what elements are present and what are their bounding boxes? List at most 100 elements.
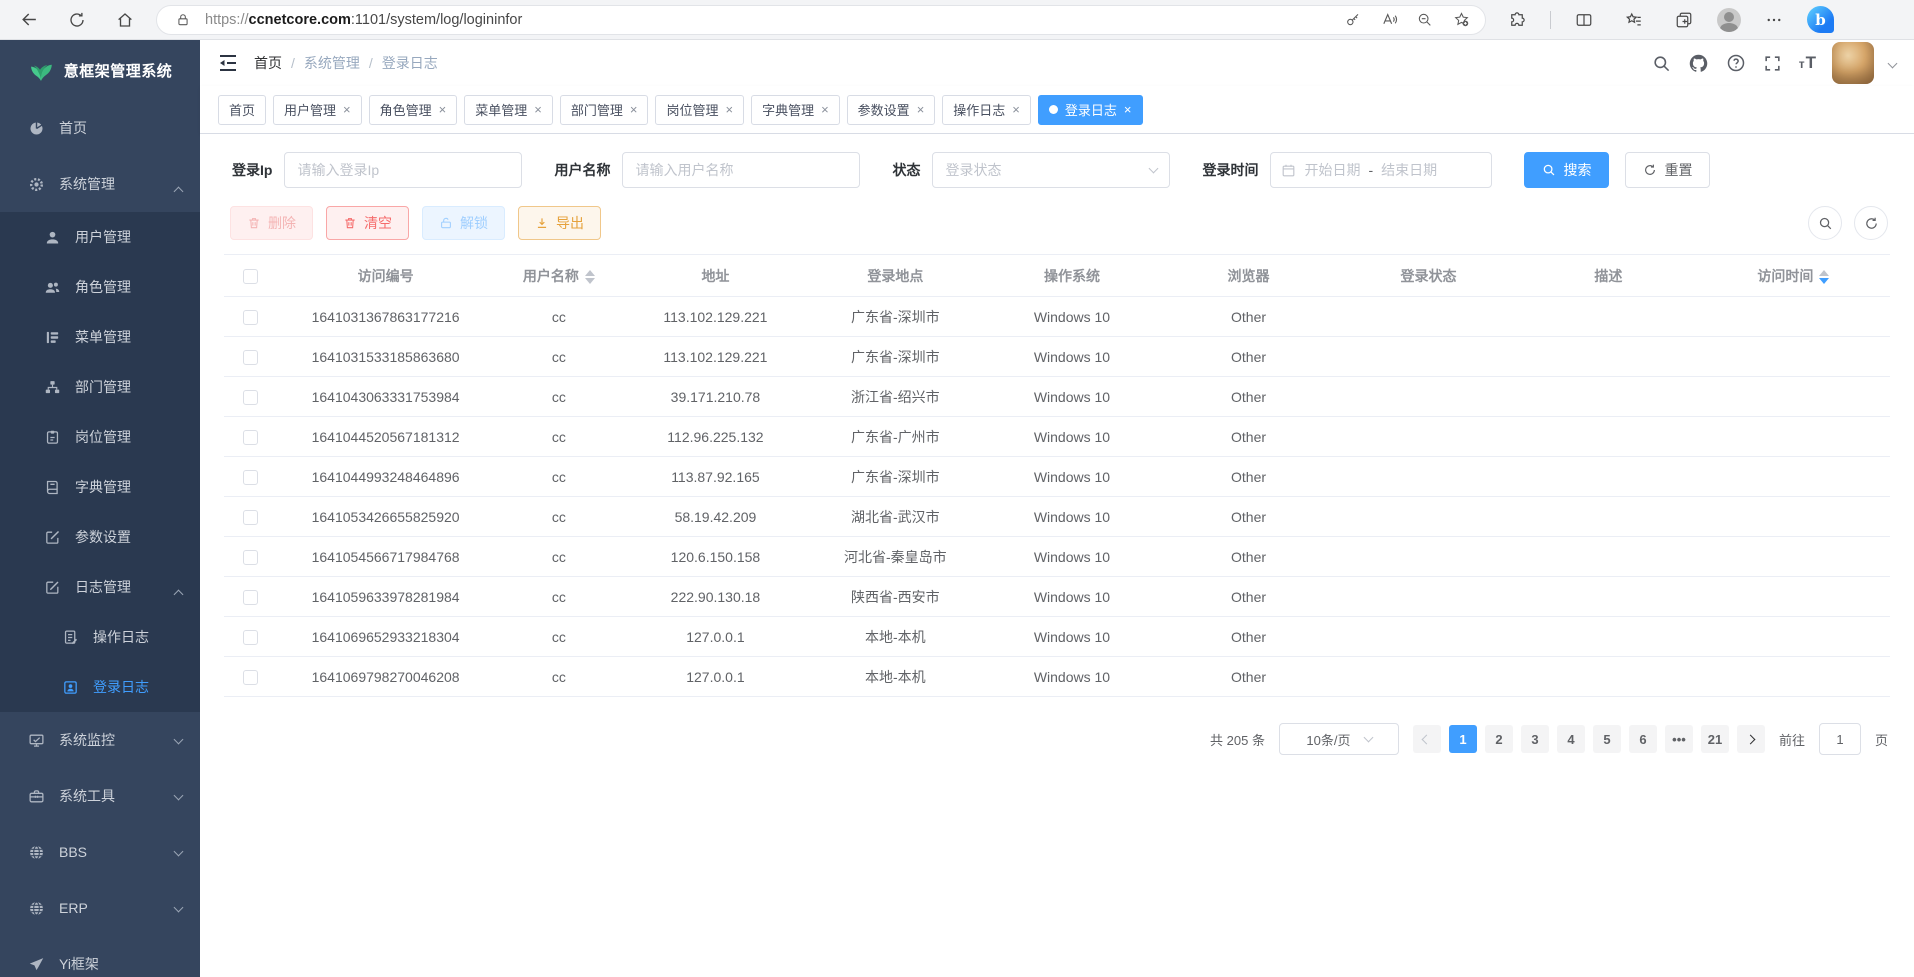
tab-menu-mgmt[interactable]: 菜单管理× bbox=[464, 95, 553, 125]
sidebar-item-log-mgmt[interactable]: 日志管理 bbox=[0, 562, 200, 612]
browser-profile-avatar[interactable] bbox=[1717, 8, 1741, 32]
row-checkbox[interactable] bbox=[243, 390, 258, 405]
sidebar-item-home[interactable]: 首页 bbox=[0, 100, 200, 156]
sidebar-item-sys-tools[interactable]: 系统工具 bbox=[0, 768, 200, 824]
breadcrumb-home[interactable]: 首页 bbox=[254, 53, 282, 73]
tab-login-log[interactable]: 登录日志× bbox=[1038, 95, 1143, 125]
table-row[interactable]: 1641031367863177216cc113.102.129.221广东省-… bbox=[224, 297, 1890, 337]
show-search-button[interactable] bbox=[1808, 206, 1842, 240]
zoom-out-icon[interactable] bbox=[1411, 7, 1439, 33]
tab-close-icon[interactable]: × bbox=[439, 103, 447, 116]
page-size-select[interactable]: 10条/页 bbox=[1279, 723, 1399, 755]
page-button[interactable]: 5 bbox=[1593, 725, 1621, 753]
page-button[interactable]: 2 bbox=[1485, 725, 1513, 753]
login-ip-input[interactable] bbox=[284, 152, 522, 188]
goto-page-input[interactable] bbox=[1819, 723, 1861, 755]
reset-button[interactable]: 重置 bbox=[1625, 152, 1710, 188]
tab-close-icon[interactable]: × bbox=[917, 103, 925, 116]
col-user-name[interactable]: 用户名称 bbox=[494, 255, 624, 297]
font-size-icon[interactable]: тT bbox=[1799, 53, 1817, 73]
tab-close-icon[interactable]: × bbox=[725, 103, 733, 116]
sort-icons[interactable] bbox=[1819, 270, 1829, 284]
user-avatar[interactable] bbox=[1832, 42, 1874, 84]
tab-close-icon[interactable]: × bbox=[534, 103, 542, 116]
tab-close-icon[interactable]: × bbox=[343, 103, 351, 116]
tab-close-icon[interactable]: × bbox=[821, 103, 829, 116]
more-menu-icon[interactable] bbox=[1757, 5, 1791, 35]
status-select[interactable]: 登录状态 bbox=[932, 152, 1170, 188]
page-button[interactable]: 6 bbox=[1629, 725, 1657, 753]
clear-button[interactable]: 清空 bbox=[326, 206, 409, 240]
sidebar-item-bbs[interactable]: BBS bbox=[0, 824, 200, 880]
tab-dept-mgmt[interactable]: 部门管理× bbox=[560, 95, 649, 125]
end-date-placeholder[interactable]: 结束日期 bbox=[1381, 160, 1437, 180]
row-checkbox[interactable] bbox=[243, 590, 258, 605]
col-time[interactable]: 访问时间 bbox=[1697, 255, 1890, 297]
table-row[interactable]: 1641044993248464896cc113.87.92.165广东省-深圳… bbox=[224, 457, 1890, 497]
row-checkbox[interactable] bbox=[243, 670, 258, 685]
tab-home[interactable]: 首页 bbox=[218, 95, 266, 125]
refresh-table-button[interactable] bbox=[1854, 206, 1888, 240]
page-button[interactable]: 4 bbox=[1557, 725, 1585, 753]
page-button-last[interactable]: 21 bbox=[1701, 725, 1729, 753]
row-checkbox[interactable] bbox=[243, 430, 258, 445]
sidebar-item-user-mgmt[interactable]: 用户管理 bbox=[0, 212, 200, 262]
sidebar-item-menu-mgmt[interactable]: 菜单管理 bbox=[0, 312, 200, 362]
table-row[interactable]: 1641043063331753984cc39.171.210.78浙江省-绍兴… bbox=[224, 377, 1890, 417]
sidebar-item-dept-mgmt[interactable]: 部门管理 bbox=[0, 362, 200, 412]
next-page-button[interactable] bbox=[1737, 725, 1765, 753]
favorites-hub-icon[interactable] bbox=[1617, 5, 1651, 35]
collapse-sidebar-icon[interactable] bbox=[216, 51, 240, 75]
row-checkbox[interactable] bbox=[243, 350, 258, 365]
user-name-input[interactable] bbox=[622, 152, 860, 188]
table-row[interactable]: 1641054566717984768cc120.6.150.158河北省-秦皇… bbox=[224, 537, 1890, 577]
date-range-picker[interactable]: 开始日期 - 结束日期 bbox=[1270, 152, 1492, 188]
password-key-icon[interactable] bbox=[1339, 7, 1367, 33]
row-checkbox[interactable] bbox=[243, 310, 258, 325]
tab-role-mgmt[interactable]: 角色管理× bbox=[369, 95, 458, 125]
table-row[interactable]: 1641059633978281984cc222.90.130.18陕西省-西安… bbox=[224, 577, 1890, 617]
sort-icons[interactable] bbox=[585, 270, 595, 284]
start-date-placeholder[interactable]: 开始日期 bbox=[1304, 160, 1360, 180]
sidebar-item-post-mgmt[interactable]: 岗位管理 bbox=[0, 412, 200, 462]
search-button[interactable]: 搜索 bbox=[1524, 152, 1609, 188]
tab-user-mgmt[interactable]: 用户管理× bbox=[273, 95, 362, 125]
browser-back-icon[interactable] bbox=[12, 5, 46, 35]
table-row[interactable]: 1641053426655825920cc58.19.42.209湖北省-武汉市… bbox=[224, 497, 1890, 537]
sidebar-item-dict-mgmt[interactable]: 字典管理 bbox=[0, 462, 200, 512]
url-text[interactable]: https://ccnetcore.com:1101/system/log/lo… bbox=[205, 12, 1331, 28]
tab-oper-log[interactable]: 操作日志× bbox=[942, 95, 1031, 125]
tab-close-icon[interactable]: × bbox=[1012, 103, 1020, 116]
row-checkbox[interactable] bbox=[243, 510, 258, 525]
github-icon[interactable] bbox=[1688, 52, 1710, 74]
more-pages-button[interactable]: ••• bbox=[1665, 725, 1693, 753]
row-checkbox[interactable] bbox=[243, 550, 258, 565]
prev-page-button[interactable] bbox=[1413, 725, 1441, 753]
sidebar-item-login-log[interactable]: 登录日志 bbox=[0, 662, 200, 712]
export-button[interactable]: 导出 bbox=[518, 206, 601, 240]
page-button[interactable]: 1 bbox=[1449, 725, 1477, 753]
help-icon[interactable] bbox=[1725, 52, 1747, 74]
table-row[interactable]: 1641069652933218304cc127.0.0.1本地-本机 Wind… bbox=[224, 617, 1890, 657]
tab-param-settings[interactable]: 参数设置× bbox=[847, 95, 936, 125]
fullscreen-icon[interactable] bbox=[1762, 52, 1784, 74]
tab-dict-mgmt[interactable]: 字典管理× bbox=[751, 95, 840, 125]
app-logo[interactable]: 意框架管理系统 bbox=[0, 40, 200, 100]
delete-button[interactable]: 删除 bbox=[230, 206, 313, 240]
address-bar[interactable]: https://ccnetcore.com:1101/system/log/lo… bbox=[156, 5, 1486, 35]
header-search-icon[interactable] bbox=[1651, 52, 1673, 74]
breadcrumb-system[interactable]: 系统管理 bbox=[304, 53, 360, 73]
sidebar-item-erp[interactable]: ERP bbox=[0, 880, 200, 936]
favorites-add-icon[interactable] bbox=[1447, 7, 1475, 33]
browser-home-icon[interactable] bbox=[108, 5, 142, 35]
sidebar-item-system[interactable]: 系统管理 bbox=[0, 156, 200, 212]
lock-icon[interactable] bbox=[169, 7, 197, 33]
tab-close-icon[interactable]: × bbox=[1124, 103, 1132, 116]
sidebar-item-yi-framework[interactable]: Yi框架 bbox=[0, 936, 200, 977]
sidebar-item-oper-log[interactable]: 操作日志 bbox=[0, 612, 200, 662]
table-row[interactable]: 1641044520567181312cc112.96.225.132广东省-广… bbox=[224, 417, 1890, 457]
row-checkbox[interactable] bbox=[243, 630, 258, 645]
read-aloud-icon[interactable] bbox=[1375, 7, 1403, 33]
sidebar-item-sys-monitor[interactable]: 系统监控 bbox=[0, 712, 200, 768]
table-row[interactable]: 1641069798270046208cc127.0.0.1本地-本机 Wind… bbox=[224, 657, 1890, 697]
